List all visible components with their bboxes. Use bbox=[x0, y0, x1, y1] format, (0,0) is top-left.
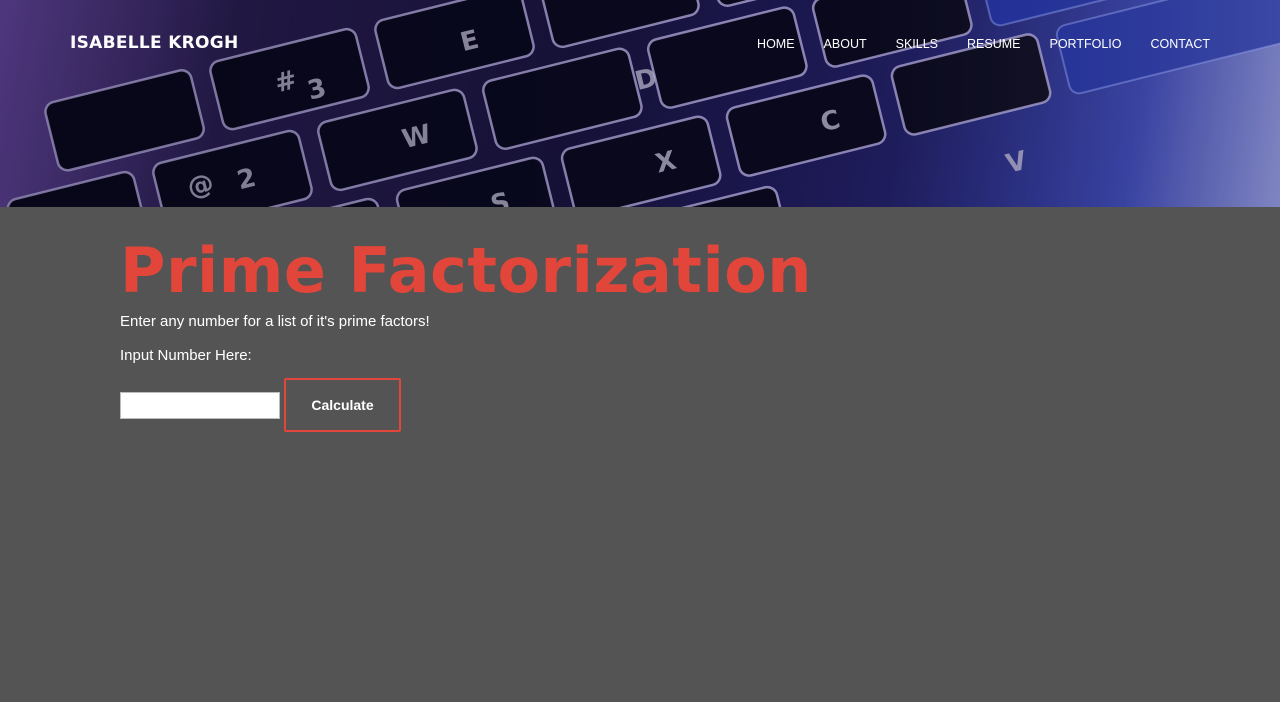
top-navigation-bar: ISABELLE KROGH HOME ABOUT SKILLS RESUME … bbox=[0, 0, 1280, 90]
main-nav: HOME ABOUT SKILLS RESUME PORTFOLIO CONTA… bbox=[728, 37, 1210, 51]
nav-home[interactable]: HOME bbox=[757, 37, 795, 51]
number-input-label: Input Number Here: bbox=[120, 347, 252, 364]
site-brand-link[interactable]: ISABELLE KROGH bbox=[70, 33, 239, 53]
calculate-button[interactable]: Calculate bbox=[284, 378, 401, 432]
nav-about[interactable]: ABOUT bbox=[824, 37, 867, 51]
nav-portfolio[interactable]: PORTFOLIO bbox=[1049, 37, 1121, 51]
intro-text: Enter any number for a list of it's prim… bbox=[120, 313, 430, 330]
number-input[interactable] bbox=[120, 391, 280, 419]
page-title: Prime Factorization bbox=[120, 234, 812, 307]
hero-banner: # 3 E D C V 2 W S X @ ISABELLE KROGH HOM… bbox=[0, 0, 1280, 207]
nav-resume[interactable]: RESUME bbox=[967, 37, 1020, 51]
main-content: Prime Factorization Enter any number for… bbox=[120, 234, 1120, 432]
calculator-form: Calculate bbox=[120, 378, 1120, 432]
nav-contact[interactable]: CONTACT bbox=[1151, 37, 1211, 51]
nav-skills[interactable]: SKILLS bbox=[896, 37, 938, 51]
